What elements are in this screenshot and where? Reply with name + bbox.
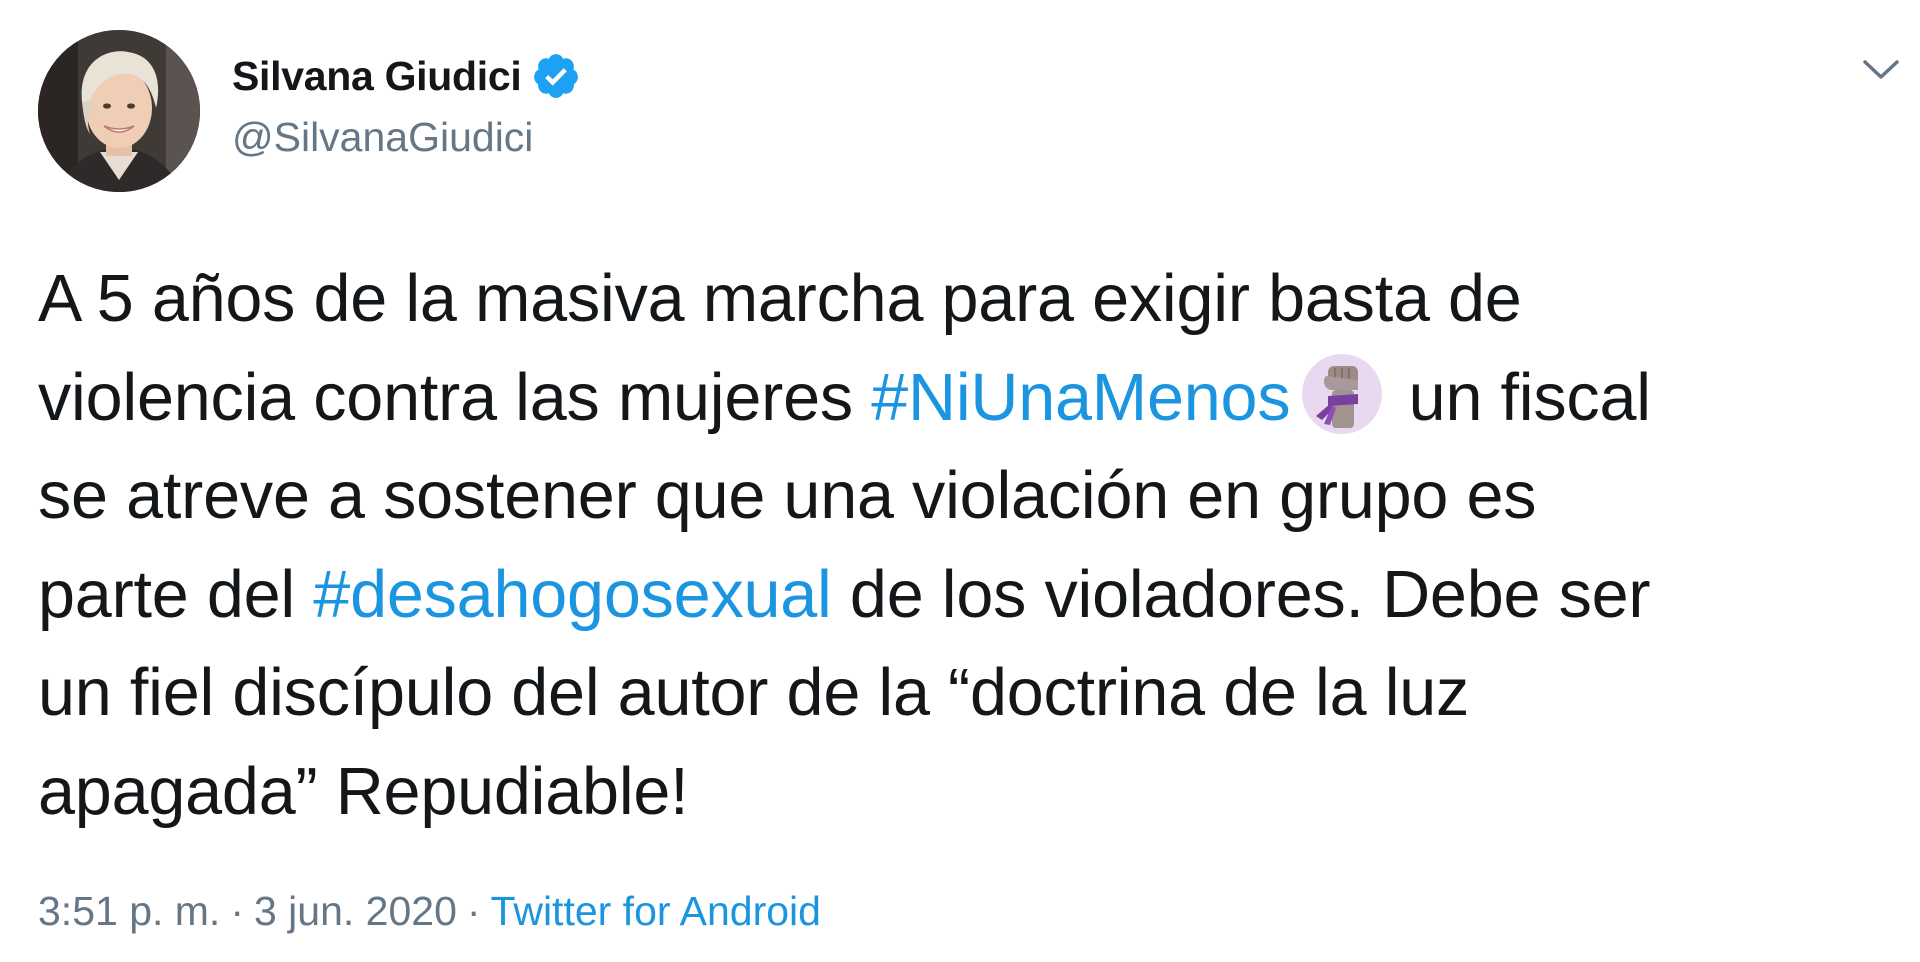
tweet-text-segment: un fiel discípulo del autor de la “doctr… — [38, 656, 1470, 730]
raised-fist-with-purple-scarf-icon — [1298, 350, 1386, 438]
tweet-text-segment: de los violadores. Debe ser — [831, 557, 1651, 632]
verified-badge-icon — [531, 51, 581, 101]
tweet-card: Silvana Giudici @SilvanaGiudici A 5 años… — [0, 0, 1920, 962]
tweet-line: violencia contra las mujeres #NiUnaMenos… — [38, 349, 1888, 448]
tweet-time[interactable]: 3:51 p. m. — [38, 888, 220, 934]
meta-separator: · — [466, 888, 481, 934]
tweet-line: parte del #desahogosexual de los violado… — [38, 546, 1888, 645]
tweet-text-segment: un fiscal — [1390, 360, 1651, 435]
hashtag-link-desahogosexual[interactable]: #desahogosexual — [313, 558, 832, 632]
hashtag-link-niunamenos[interactable]: #NiUnaMenos — [871, 361, 1290, 435]
tweet-text-segment: apagada” Repudiable! — [38, 754, 689, 829]
tweet-text: A 5 años de la masiva marcha para exigir… — [38, 250, 1888, 841]
tweet-meta: 3:51 p. m. · 3 jun. 2020 · Twitter for Andro… — [38, 888, 821, 935]
avatar-photo — [38, 30, 200, 192]
meta-separator: · — [230, 888, 244, 934]
tweet-text-segment: se atreve a sostener que una violación e… — [38, 459, 1537, 533]
tweet-text-segment: A 5 años de la masiva marcha para exigir… — [38, 262, 1522, 336]
author-handle[interactable]: @SilvanaGiudici — [232, 114, 533, 161]
tweet-line: se atreve a sostener que una violación e… — [38, 447, 1888, 546]
tweet-source-link[interactable]: Twitter for Android — [491, 888, 821, 934]
author-name-row: Silvana Giudici — [232, 48, 581, 104]
tweet-line: apagada” Repudiable! — [38, 743, 1888, 842]
more-options-chevron-down-icon[interactable] — [1856, 52, 1906, 88]
tweet-line: un fiel discípulo del autor de la “doctr… — [38, 644, 1888, 743]
tweet-date[interactable]: 3 jun. 2020 — [254, 888, 457, 934]
tweet-text-segment: parte del — [38, 557, 314, 632]
avatar[interactable] — [38, 30, 200, 192]
author-name[interactable]: Silvana Giudici — [232, 53, 522, 100]
tweet-line: A 5 años de la masiva marcha para exigir… — [38, 250, 1888, 349]
tweet-text-segment: violencia contra las mujeres — [38, 360, 872, 435]
